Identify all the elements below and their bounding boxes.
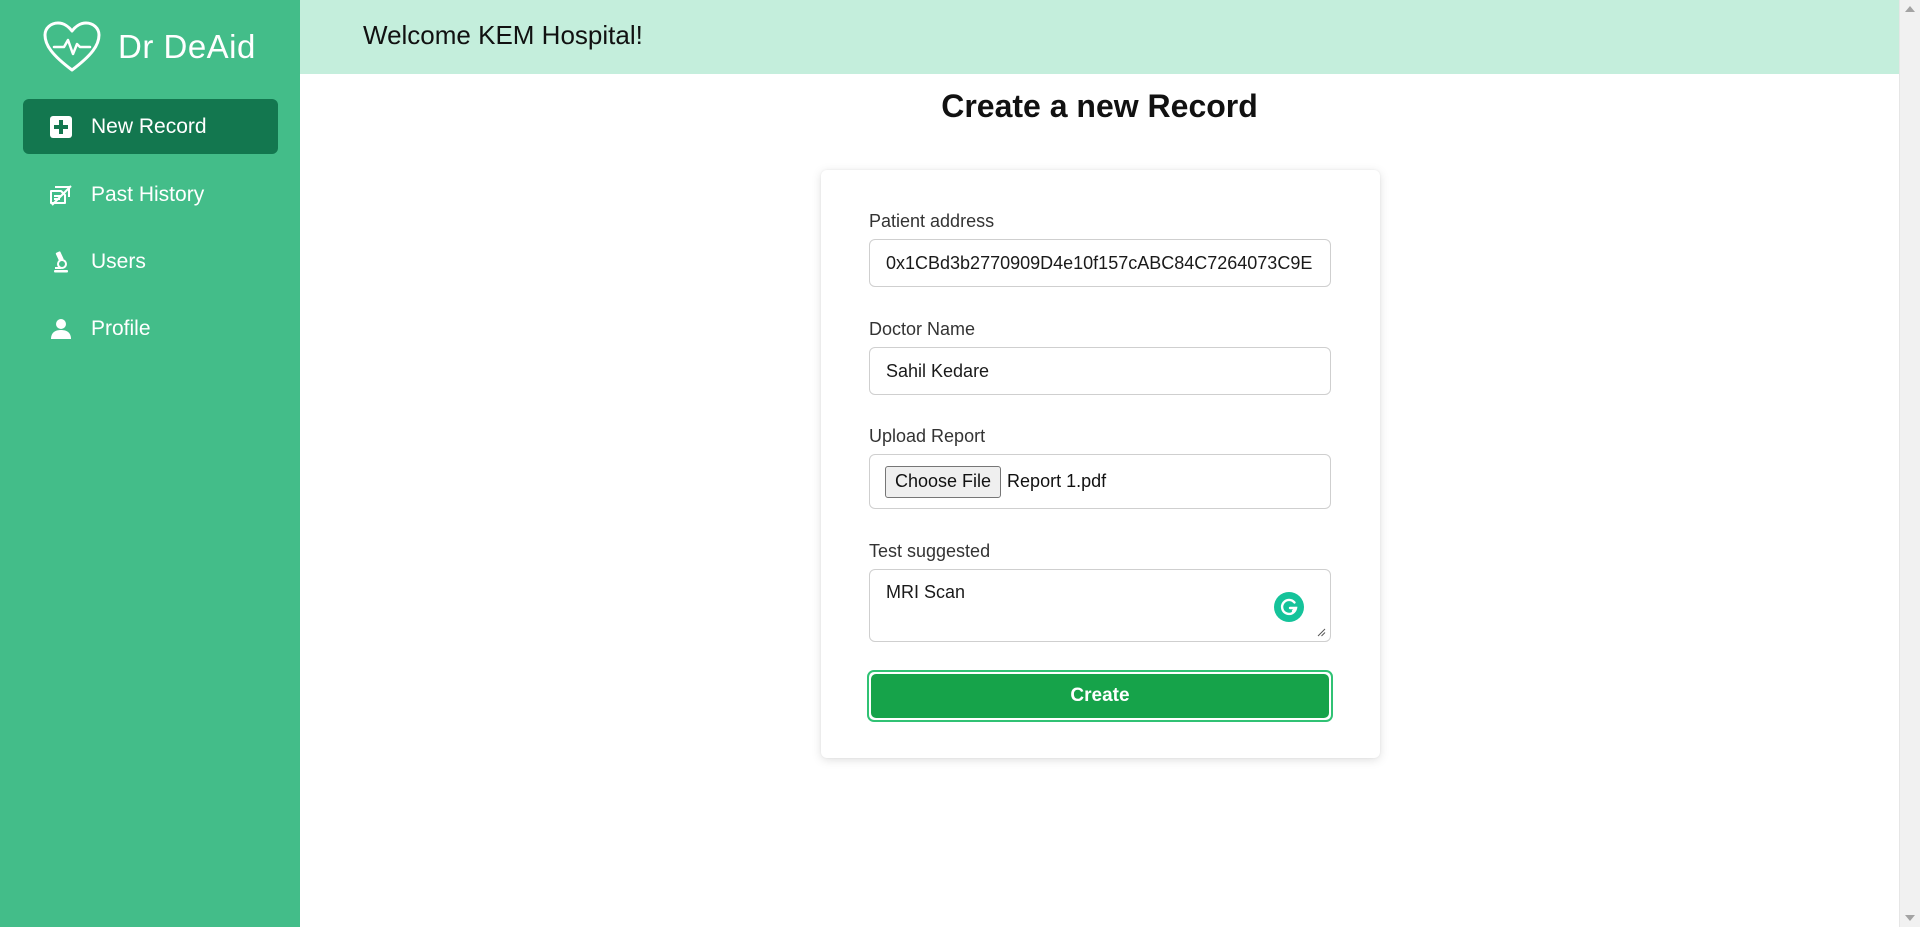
sidebar-item-label: Past History [91, 182, 205, 206]
upload-report-label: Upload Report [869, 426, 986, 446]
patient-address-label: Patient address [869, 211, 995, 231]
brand[interactable]: Dr DeAid [42, 20, 256, 74]
test-suggested-value: MRI Scan [886, 582, 966, 602]
brand-name: Dr DeAid [118, 28, 256, 65]
doctor-name-input[interactable]: Sahil Kedare [869, 347, 1331, 395]
test-suggested-label: Test suggested [869, 541, 991, 561]
sidebar-item-profile[interactable]: Profile [23, 301, 278, 356]
top-bar: Welcome KEM Hospital! [300, 0, 1899, 74]
upload-report-input[interactable]: Choose File Report 1.pdf [869, 454, 1331, 509]
grammarly-icon[interactable] [1274, 592, 1304, 622]
sidebar: Dr DeAid New Record Past History Users P… [0, 0, 300, 927]
sidebar-item-label: Profile [91, 316, 151, 340]
doctor-name-label: Doctor Name [869, 319, 976, 339]
selected-file-name: Report 1.pdf [1007, 471, 1107, 491]
sidebar-item-users[interactable]: Users [23, 234, 278, 289]
welcome-message: Welcome KEM Hospital! [363, 20, 643, 50]
sidebar-item-label: New Record [91, 114, 207, 138]
scroll-down-icon[interactable] [1905, 915, 1915, 921]
app-root: Dr DeAid New Record Past History Users P… [0, 0, 1920, 927]
page-title: Create a new Record [941, 88, 1258, 124]
patient-address-input[interactable]: 0x1CBd3b2770909D4e10f157cABC84C7264073C9… [869, 239, 1331, 287]
new-record-form: Patient address 0x1CBd3b2770909D4e10f157… [821, 170, 1380, 758]
sidebar-item-new-record[interactable]: New Record [23, 99, 278, 154]
plus-square-icon [50, 115, 72, 138]
user-icon [51, 318, 71, 339]
sidebar-item-past-history[interactable]: Past History [23, 167, 278, 222]
resize-handle-icon[interactable] [1316, 627, 1326, 637]
scroll-up-icon[interactable] [1905, 6, 1915, 12]
doctor-name-value: Sahil Kedare [886, 360, 990, 381]
choose-file-button[interactable]: Choose File [885, 465, 1002, 498]
microscope-icon [54, 250, 68, 272]
vertical-scrollbar[interactable] [1899, 0, 1920, 927]
history-icon [50, 184, 72, 206]
test-suggested-textarea[interactable]: MRI Scan [869, 569, 1331, 642]
patient-address-value: 0x1CBd3b2770909D4e10f157cABC84C7264073C9… [886, 252, 1313, 273]
create-button[interactable]: Create [867, 670, 1333, 722]
sidebar-item-label: Users [91, 249, 146, 273]
heart-pulse-icon [43, 21, 101, 72]
create-button-label: Create [871, 674, 1329, 718]
